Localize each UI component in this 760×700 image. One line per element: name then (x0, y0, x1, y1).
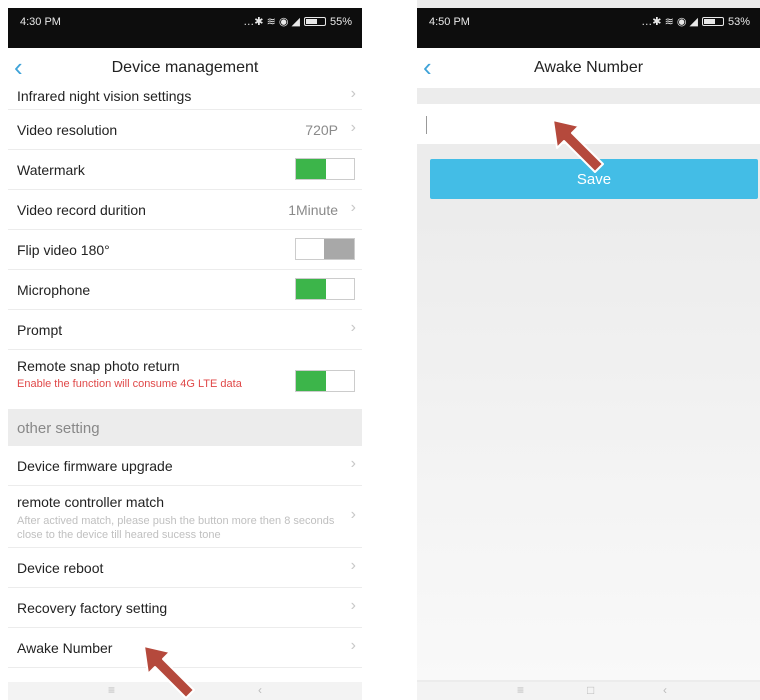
remote-snap-toggle[interactable] (295, 370, 355, 392)
chevron-right-icon: › (350, 557, 356, 574)
status-time: 4:50 PM (429, 16, 470, 28)
row-infrared-night-vision[interactable]: Infrared night vision settings › (8, 82, 362, 110)
toggle-knob (324, 239, 354, 259)
status-bar: 4:50 PM …✱ ≋ ◉ ◢ 53% (417, 8, 760, 48)
row-remote-controller-match[interactable]: remote controller match After actived ma… (8, 486, 362, 548)
microphone-toggle[interactable] (295, 278, 355, 300)
signal-icon: …✱ ≋ ◉ ◢ (641, 16, 698, 28)
menu-icon[interactable]: ≡ (517, 683, 524, 697)
chevron-right-icon: › (350, 85, 356, 102)
row-hint-text: After actived match, please push the but… (17, 515, 335, 541)
status-icons: …✱ ≋ ◉ ◢ 55% (243, 15, 352, 29)
back-nav-icon[interactable]: ‹ (663, 683, 667, 697)
empty-area (417, 210, 760, 680)
row-label: Device reboot (17, 560, 104, 576)
pointer-arrow-icon (143, 645, 195, 699)
menu-icon[interactable]: ≡ (108, 683, 115, 697)
status-bar: 4:30 PM …✱ ≋ ◉ ◢ 55% (8, 8, 362, 48)
chevron-right-icon: › (350, 199, 356, 216)
row-video-record-duration[interactable]: Video record durition 1Minute › (8, 190, 362, 230)
row-flip-video: Flip video 180° (8, 230, 362, 270)
chevron-right-icon: › (350, 506, 356, 523)
row-label: Device firmware upgrade (17, 458, 173, 474)
battery-level: 55% (329, 15, 352, 28)
status-icons: …✱ ≋ ◉ ◢ 53% (641, 15, 750, 29)
row-label: Prompt (17, 322, 63, 338)
toggle-knob (296, 371, 326, 391)
page-title: Device management (111, 59, 259, 76)
row-value: 1Minute (288, 202, 338, 218)
settings-list: Infrared night vision settings › Video r… (8, 82, 362, 668)
row-firmware-upgrade[interactable]: Device firmware upgrade › (8, 446, 362, 486)
chevron-right-icon: › (350, 319, 356, 336)
battery-level: 53% (727, 15, 750, 28)
chevron-right-icon: › (350, 455, 356, 472)
row-label: Awake Number (17, 640, 113, 656)
toggle-knob (296, 279, 326, 299)
row-label: Watermark (17, 162, 85, 178)
row-video-resolution[interactable]: Video resolution 720P › (8, 110, 362, 150)
home-icon[interactable]: □ (587, 683, 594, 697)
signal-icon: …✱ ≋ ◉ ◢ (243, 16, 300, 28)
device-management-screen: 4:30 PM …✱ ≋ ◉ ◢ 55% ‹ Device management… (8, 0, 362, 700)
row-label: Recovery factory setting (17, 600, 168, 616)
row-warning-text: Enable the function will consume 4G LTE … (17, 378, 242, 390)
row-watermark: Watermark (8, 150, 362, 190)
row-label: Video record durition (17, 202, 146, 218)
row-device-reboot[interactable]: Device reboot › (8, 548, 362, 588)
flip-video-toggle[interactable] (295, 238, 355, 260)
row-recovery-factory[interactable]: Recovery factory setting › (8, 588, 362, 628)
text-cursor (426, 116, 427, 134)
watermark-toggle[interactable] (295, 158, 355, 180)
row-prompt[interactable]: Prompt › (8, 310, 362, 350)
system-nav-bar: ≡ □ ‹ (417, 682, 760, 700)
row-label: remote controller match (17, 494, 165, 510)
row-label: Infrared night vision settings (17, 88, 192, 104)
awake-number-screen: 4:50 PM …✱ ≋ ◉ ◢ 53% ‹ Awake Number Save… (417, 0, 760, 700)
section-label: other setting (17, 420, 100, 437)
row-label: Flip video 180° (17, 242, 110, 258)
status-time: 4:30 PM (20, 16, 61, 28)
back-nav-icon[interactable]: ‹ (258, 683, 262, 697)
chevron-right-icon: › (350, 597, 356, 614)
row-label: Video resolution (17, 122, 118, 138)
toggle-knob (296, 159, 326, 179)
chevron-right-icon: › (350, 637, 356, 654)
row-microphone: Microphone (8, 270, 362, 310)
row-remote-snap-photo: Remote snap photo return Enable the func… (8, 350, 362, 410)
row-label: Microphone (17, 282, 91, 298)
nav-bar: ‹ Awake Number (417, 48, 760, 88)
battery-icon (701, 17, 724, 26)
chevron-right-icon: › (350, 119, 356, 136)
row-value: 720P (305, 122, 338, 138)
page-title: Awake Number (533, 59, 644, 76)
row-label: Remote snap photo return (17, 358, 180, 374)
battery-icon (303, 17, 326, 26)
pointer-arrow-icon (552, 119, 604, 173)
section-header: other setting (8, 410, 362, 446)
